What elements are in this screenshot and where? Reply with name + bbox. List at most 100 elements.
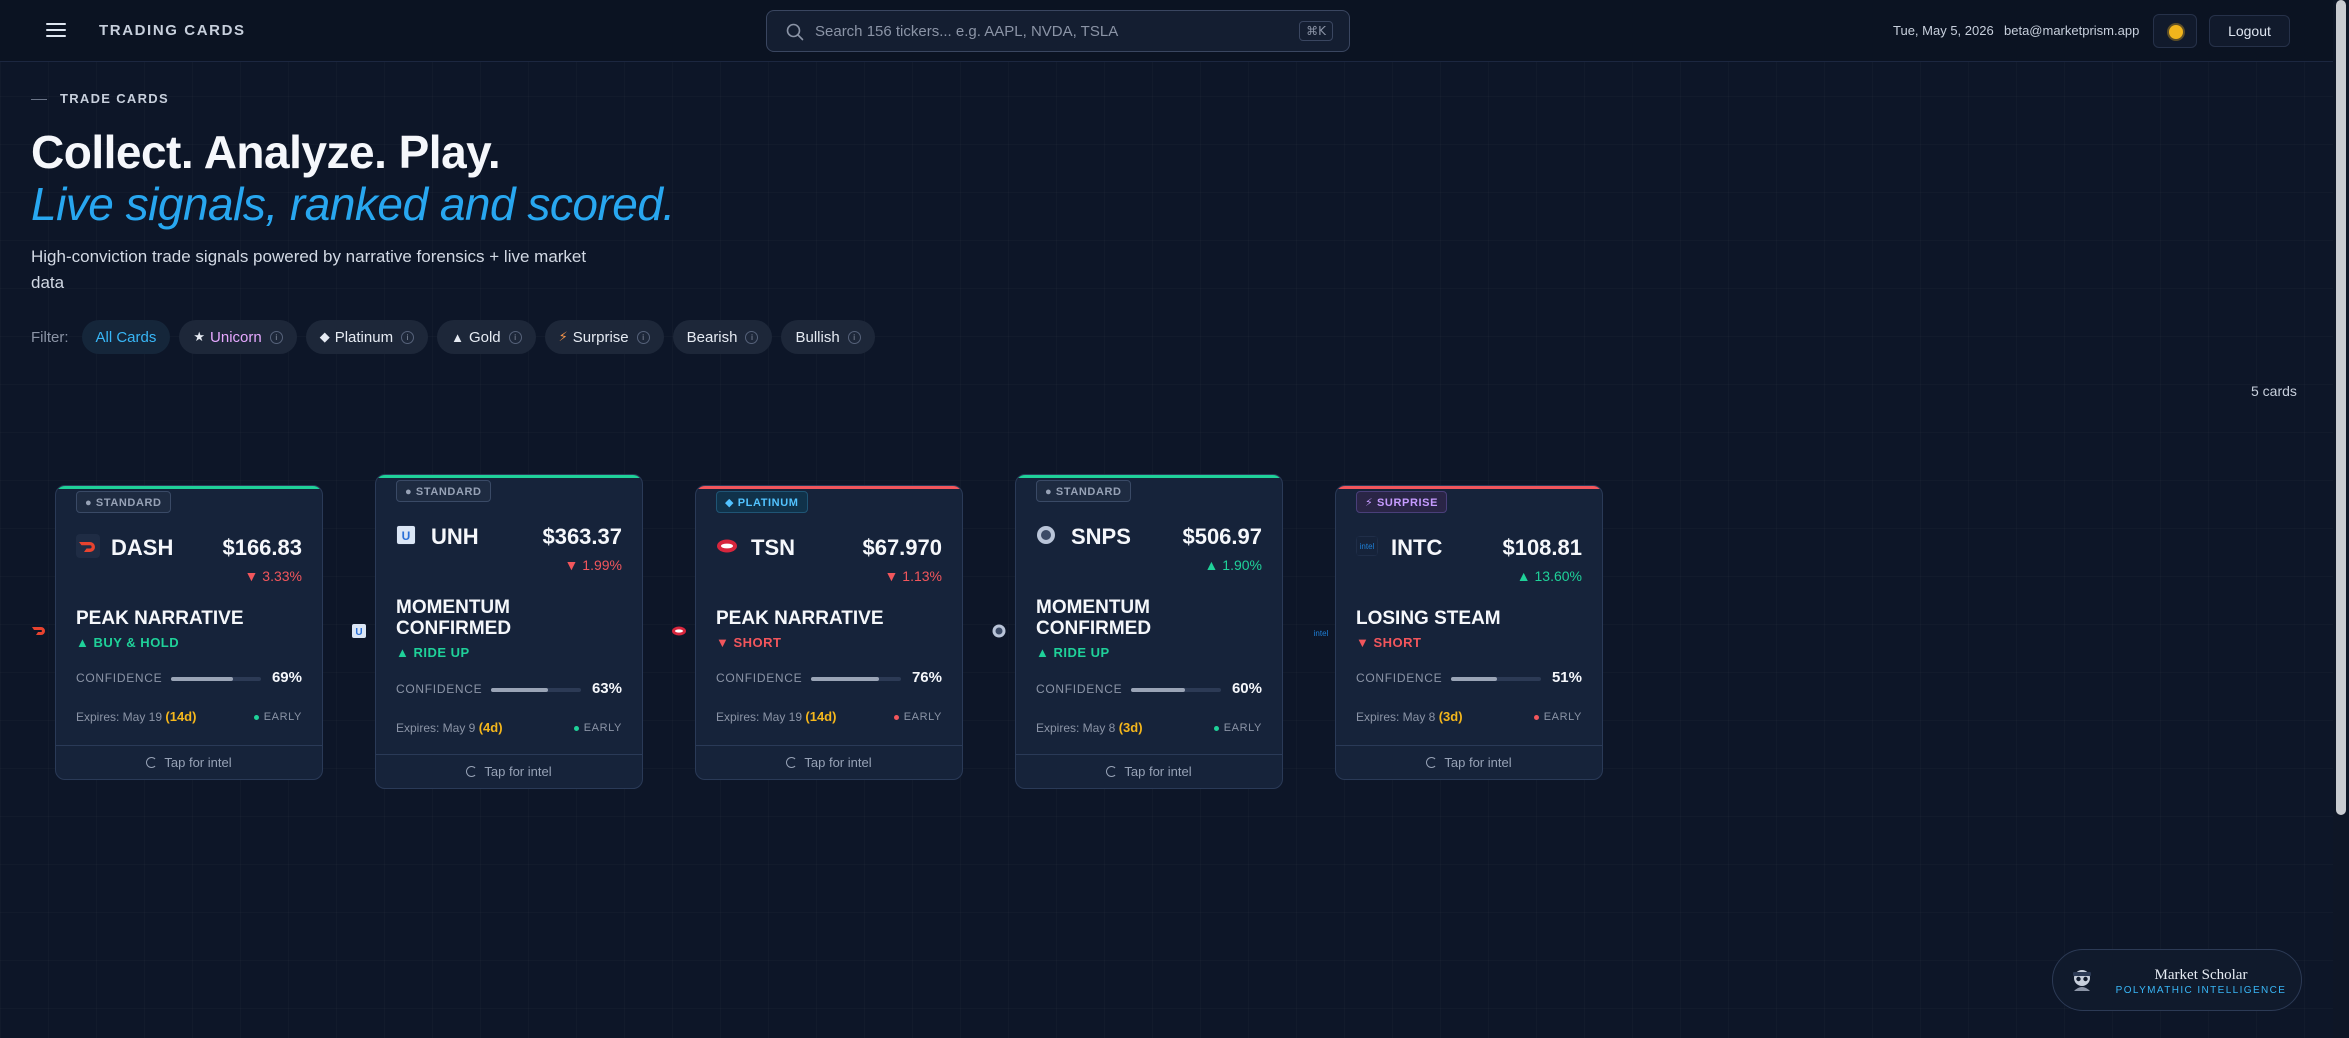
user-email: beta@marketprism.app xyxy=(2004,23,2140,38)
ticker-price: $166.83 xyxy=(222,535,302,560)
theme-toggle-button[interactable] xyxy=(2153,14,2197,48)
stage-badge: EARLY xyxy=(1533,711,1582,723)
top-bar: TRADING CARDS ⌘K Tue, May 5, 2026 beta@m… xyxy=(0,0,2333,62)
trade-card-unh[interactable]: ● STANDARD U UNH $363.37 ▼ 1.99% MOMENTU… xyxy=(375,474,643,789)
signal-headline: PEAK NARRATIVE xyxy=(76,608,244,629)
confidence-meter: CONFIDENCE 63% xyxy=(396,680,622,697)
trade-card-tsn[interactable]: ◆ PLATINUM TSN $67.970 ▼ 1.13% PEAK NARR… xyxy=(695,485,963,780)
dash-side-logo-icon xyxy=(32,627,45,635)
info-icon[interactable]: i xyxy=(269,330,283,344)
filter-chip-unicorn[interactable]: ★ Unicorn i xyxy=(179,320,297,354)
page-subtitle: High-conviction trade signals powered by… xyxy=(31,247,587,292)
card-accent-bar xyxy=(1016,475,1282,478)
scholar-subtitle: POLYMATHIC INTELLIGENCE xyxy=(2115,985,2287,996)
refresh-icon xyxy=(1426,757,1438,769)
price-change: ▼ 3.33% xyxy=(244,568,302,584)
expiry-info: Expires: May 8 (3d) xyxy=(1356,709,1463,724)
signal-action: ▼ SHORT xyxy=(1356,635,1422,650)
ticker-symbol: TSN xyxy=(751,535,795,560)
ticker-price: $506.97 xyxy=(1182,524,1262,549)
info-icon[interactable]: i xyxy=(745,330,759,344)
tier-badge: ● STANDARD xyxy=(76,491,171,513)
svg-text:intel: intel xyxy=(1360,542,1375,551)
card-accent-bar xyxy=(1336,486,1602,489)
trade-card-intc[interactable]: ⚡ SURPRISE intel INTC $108.81 ▲ 13.60% L… xyxy=(1335,485,1603,780)
tap-for-intel-button[interactable]: Tap for intel xyxy=(1336,745,1602,779)
search-icon xyxy=(786,23,804,41)
filter-chip-platinum[interactable]: ◆ Platinum i xyxy=(305,320,429,354)
unh-logo-icon: U xyxy=(396,525,416,545)
tier-badge: ◆ PLATINUM xyxy=(716,491,808,513)
refresh-icon xyxy=(466,766,478,778)
current-date: Tue, May 5, 2026 xyxy=(1893,23,1994,38)
page-title-accent: Live signals, ranked and scored. xyxy=(31,178,675,230)
ticker-price: $363.37 xyxy=(542,524,622,549)
search-input[interactable] xyxy=(815,17,1255,45)
confidence-fill xyxy=(811,677,880,681)
tap-for-intel-button[interactable]: Tap for intel xyxy=(56,745,322,779)
search-box[interactable]: ⌘K xyxy=(766,10,1350,52)
signal-headline: MOMENTUM CONFIRMED xyxy=(1036,597,1152,639)
info-icon[interactable]: i xyxy=(401,330,415,344)
filter-chip-bearish[interactable]: Bearish i xyxy=(672,320,773,354)
card-count: 5 cards xyxy=(2251,383,2297,399)
tsn-side-logo-icon xyxy=(672,626,686,636)
card-accent-bar xyxy=(376,475,642,478)
confidence-meter: CONFIDENCE 69% xyxy=(76,669,302,686)
price-change: ▼ 1.13% xyxy=(884,568,942,584)
confidence-fill xyxy=(491,688,548,692)
section-eyebrow: TRADE CARDS xyxy=(31,91,169,106)
page-scrollbar[interactable] xyxy=(2333,0,2349,1038)
filter-chip-bullish[interactable]: Bullish i xyxy=(781,320,875,354)
confidence-fill xyxy=(171,677,234,681)
logout-button[interactable]: Logout xyxy=(2209,15,2290,47)
ticker-symbol: UNH xyxy=(431,524,479,549)
page-title: Collect. Analyze. Play. xyxy=(31,126,501,178)
unh-side-logo-icon: U xyxy=(352,624,366,638)
refresh-icon xyxy=(1106,766,1118,778)
signal-headline: MOMENTUM CONFIRMED xyxy=(396,597,512,639)
market-scholar-widget[interactable]: Market Scholar POLYMATHIC INTELLIGENCE xyxy=(2052,949,2302,1011)
refresh-icon xyxy=(146,757,158,769)
diamond-icon: ◆ xyxy=(319,329,330,344)
filter-chip-surprise[interactable]: ⚡ Surprise i xyxy=(544,320,664,354)
signal-action: ▲ RIDE UP xyxy=(396,645,470,660)
info-icon[interactable]: i xyxy=(508,330,522,344)
scholar-avatar-icon xyxy=(2073,970,2091,991)
tap-for-intel-button[interactable]: Tap for intel xyxy=(376,754,642,788)
confidence-meter: CONFIDENCE 51% xyxy=(1356,669,1582,686)
price-change: ▼ 1.99% xyxy=(564,557,622,573)
sun-icon xyxy=(2169,25,2183,39)
triangle-icon: ▲ xyxy=(451,329,464,345)
signal-headline: LOSING STEAM xyxy=(1356,608,1501,629)
tap-for-intel-button[interactable]: Tap for intel xyxy=(1016,754,1282,788)
refresh-icon xyxy=(786,757,798,769)
tap-for-intel-button[interactable]: Tap for intel xyxy=(696,745,962,779)
tier-badge: ● STANDARD xyxy=(396,480,491,502)
trade-card-snps[interactable]: ● STANDARD SNPS $506.97 ▲ 1.90% MOMENTUM… xyxy=(1015,474,1283,789)
price-change: ▲ 1.90% xyxy=(1204,557,1262,573)
snps-logo-icon xyxy=(1037,526,1055,544)
menu-icon[interactable] xyxy=(44,20,68,42)
tier-badge: ⚡ SURPRISE xyxy=(1356,491,1448,513)
card-accent-bar xyxy=(56,486,322,489)
filter-chip-all-cards[interactable]: All Cards xyxy=(81,320,171,354)
ticker-symbol: SNPS xyxy=(1071,524,1131,549)
search-shortcut-hint: ⌘K xyxy=(1299,21,1333,41)
info-icon[interactable]: i xyxy=(636,330,650,344)
ticker-symbol: INTC xyxy=(1391,535,1443,560)
filter-chip-gold[interactable]: ▲ Gold i xyxy=(437,320,536,354)
star-icon: ★ xyxy=(193,329,206,344)
filter-bar: Filter: All Cards ★ Unicorn i ◆ Platinum i ▲… xyxy=(31,319,875,355)
confidence-fill xyxy=(1131,688,1185,692)
filter-label: Filter: xyxy=(31,328,69,346)
trade-card-dash[interactable]: ● STANDARD DASH $166.83 ▼ 3.33% PEAK NAR… xyxy=(55,485,323,780)
confidence-value: 51% xyxy=(1551,669,1582,686)
info-icon[interactable]: i xyxy=(847,330,861,344)
signal-action: ▲ RIDE UP xyxy=(1036,645,1110,660)
snps-side-logo-icon xyxy=(992,624,1006,638)
price-change: ▲ 13.60% xyxy=(1516,568,1582,584)
card-accent-bar xyxy=(696,486,962,489)
svg-text:intel: intel xyxy=(1314,629,1329,638)
scrollbar-thumb[interactable] xyxy=(2336,0,2346,815)
